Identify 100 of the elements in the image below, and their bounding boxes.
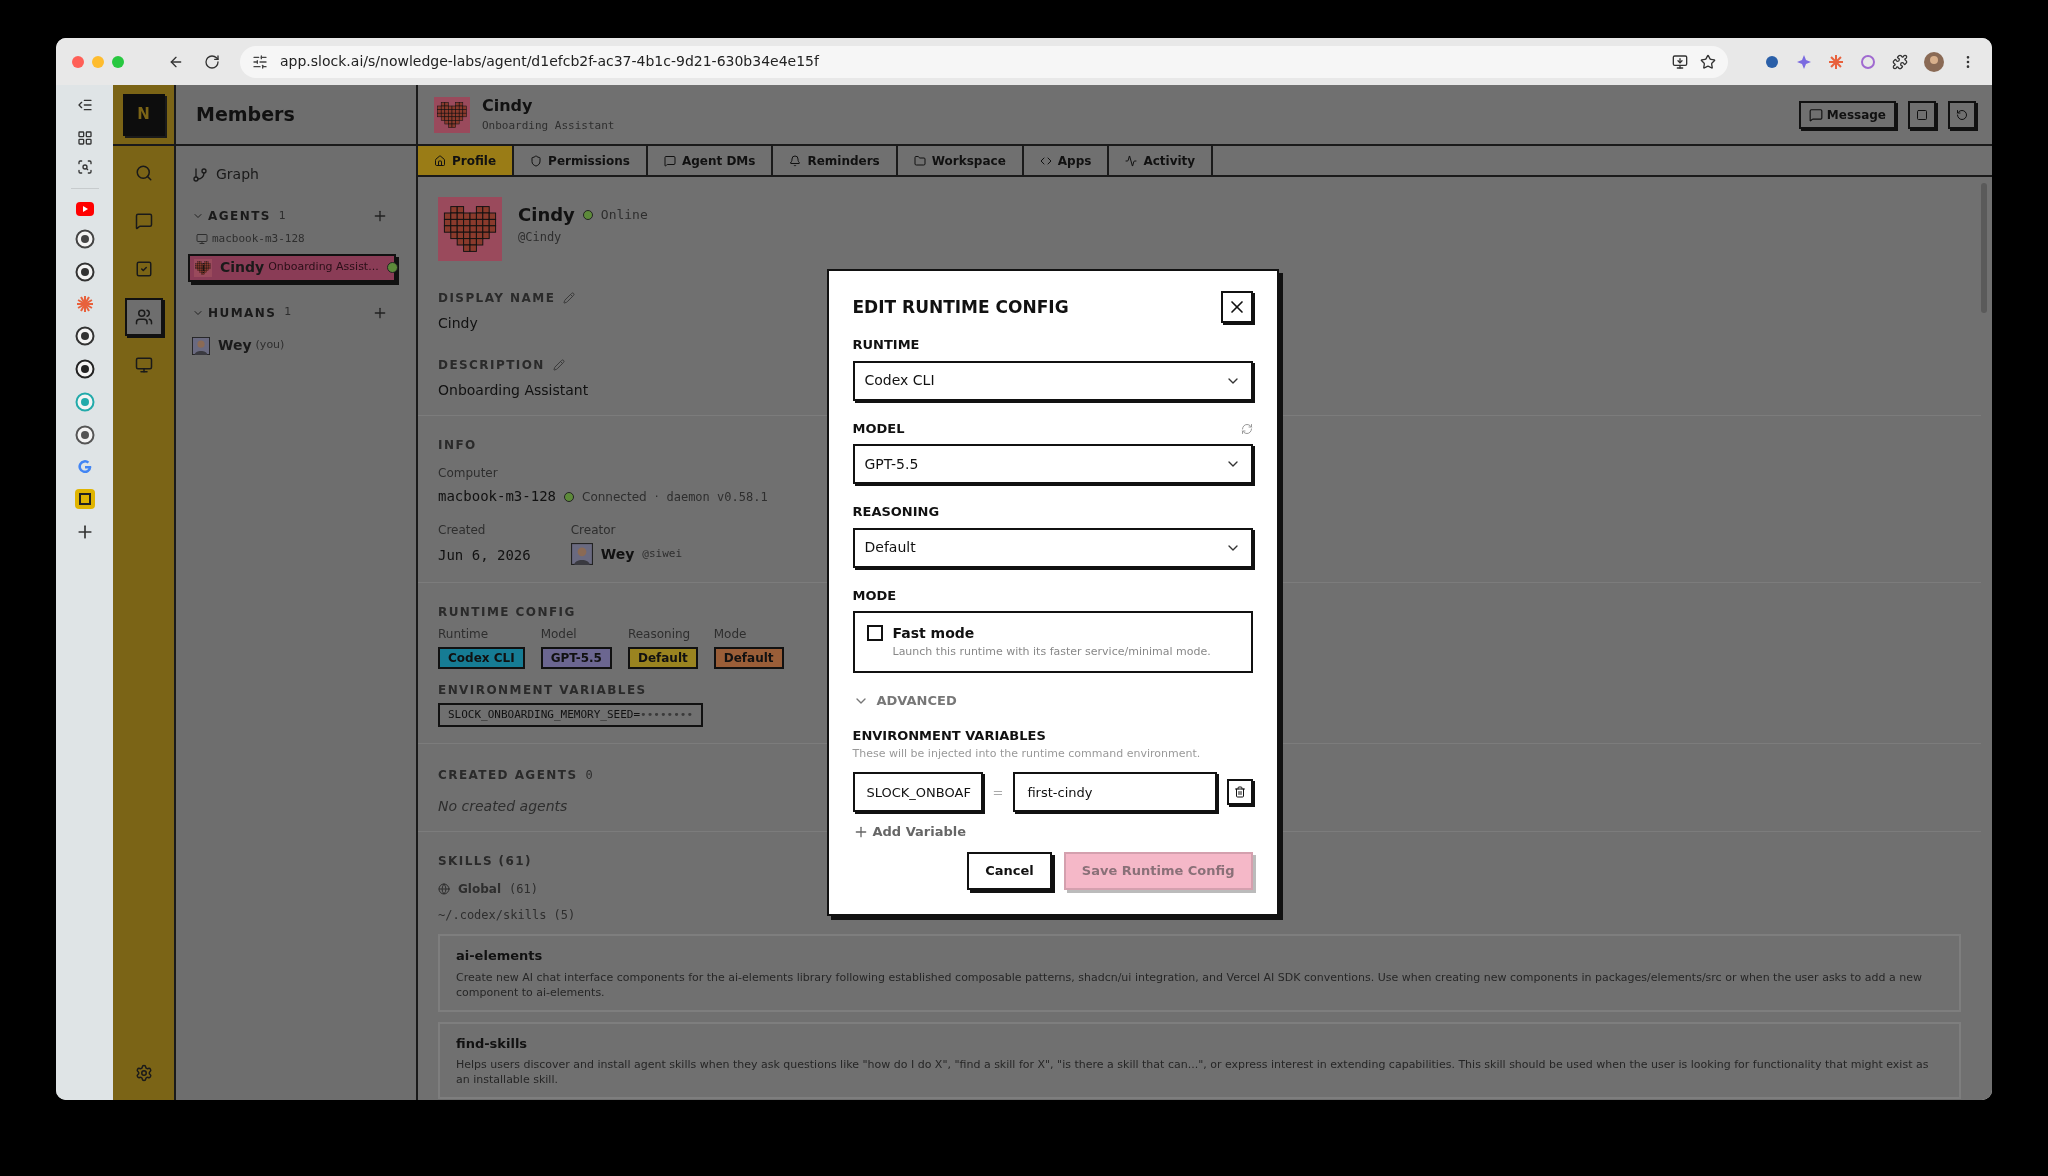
add-icon[interactable] <box>372 208 388 224</box>
reset-button[interactable] <box>1948 100 1976 129</box>
edit-icon[interactable] <box>563 292 576 304</box>
section-title: HUMANS <box>208 304 277 322</box>
daemon-version: daemon v0.58.1 <box>666 488 768 506</box>
circle-app-icon[interactable] <box>74 326 95 346</box>
circle-app-icon[interactable] <box>74 262 95 282</box>
message-button[interactable]: Message <box>1798 100 1896 129</box>
section-title: AGENTS <box>208 208 271 225</box>
extension-icon[interactable] <box>1860 53 1876 70</box>
address-bar[interactable]: app.slock.ai/s/nowledge-labs/agent/d1efcb2f-ac37-4b1c-9d21-630b34e4e15f <box>240 45 1728 78</box>
field-label: Computer <box>438 465 498 482</box>
chat-icon <box>663 154 676 167</box>
tab[interactable]: Workspace <box>897 146 1024 175</box>
variable-value-field[interactable]: first-cindy <box>1013 772 1217 813</box>
member-item[interactable]: Cindy Onboarding Assist... <box>188 253 396 282</box>
bookmark-star-icon[interactable] <box>1700 53 1716 70</box>
skills-group-count: (61) <box>509 881 538 898</box>
member-subtitle: Onboarding Assist... <box>268 259 379 276</box>
skills-path: ~/.codex/skills (5) <box>438 907 576 924</box>
tab[interactable]: Agent DMs <box>647 146 774 175</box>
skill-description: Helps users discover and install agent skills when they ask questions like "how do I do X", "find a skill for X", "is there a skill that can...", or express interest in extending capabilities. This skill should be used when the user is looking for functionality that might exist as an installable skill. <box>456 1057 1930 1087</box>
member-subtitle: (you) <box>255 337 285 354</box>
install-icon[interactable] <box>1672 53 1688 70</box>
people-icon <box>134 308 153 326</box>
chat-icon <box>134 212 153 230</box>
agent-avatar <box>194 258 212 277</box>
close-button[interactable] <box>1220 291 1253 324</box>
config-chip: Codex CLI <box>438 647 525 669</box>
tab[interactable]: Apps <box>1023 146 1110 175</box>
creator-name: Wey <box>600 544 635 564</box>
section-count: 1 <box>278 207 286 224</box>
extension-icon[interactable] <box>1796 53 1812 70</box>
folder-icon <box>913 154 926 167</box>
field-label: Created <box>438 522 487 539</box>
creator-handle: @siwei <box>642 545 683 562</box>
agent-name: Cindy <box>482 95 534 118</box>
reload-icon[interactable] <box>204 53 220 70</box>
skill-name: ai-elements <box>456 947 544 965</box>
branch-icon <box>192 166 208 183</box>
field-label: REASONING <box>852 503 940 522</box>
tab[interactable]: Activity <box>1109 146 1214 175</box>
edit-icon[interactable] <box>552 359 565 371</box>
agent-avatar <box>438 197 502 261</box>
close-window-button[interactable] <box>72 55 84 68</box>
trash-icon <box>1233 786 1246 799</box>
circle-app-icon[interactable] <box>74 359 95 379</box>
add-variable-button[interactable]: Add Variable <box>852 822 967 842</box>
site-settings-icon[interactable] <box>252 53 268 70</box>
extensions-icon[interactable] <box>1892 53 1908 70</box>
status-text: Online <box>600 205 648 224</box>
skill-name: find-skills <box>456 1034 529 1053</box>
search-icon[interactable] <box>76 159 93 175</box>
agent-avatar <box>434 96 470 133</box>
asterisk-app-icon[interactable] <box>75 295 94 313</box>
extension-icon[interactable] <box>1828 53 1844 70</box>
cancel-button[interactable]: Cancel <box>967 851 1052 890</box>
section-count: 1 <box>284 304 292 321</box>
extension-icon[interactable] <box>1764 53 1780 70</box>
grid-icon[interactable] <box>76 130 93 146</box>
tab[interactable]: Profile <box>418 146 515 175</box>
graph-link[interactable]: Graph <box>192 164 400 185</box>
computer-group-label: macbook-m3-128 <box>212 231 305 247</box>
fast-mode-checkbox[interactable] <box>866 625 883 642</box>
profile-avatar-icon[interactable] <box>1924 51 1944 72</box>
member-item[interactable]: Wey (you) <box>188 331 400 360</box>
field-label: MODEL <box>852 419 905 438</box>
chat-icon <box>1808 107 1823 122</box>
tab[interactable]: Reminders <box>773 146 898 175</box>
letter-g-app-icon[interactable] <box>75 458 94 476</box>
collapse-panel-icon[interactable] <box>76 97 93 113</box>
select-field[interactable]: GPT-5.5 <box>852 444 1253 485</box>
section-count: 0 <box>585 767 593 784</box>
circle-app-icon[interactable] <box>74 425 95 445</box>
undo-icon <box>1956 108 1968 121</box>
settings-icon[interactable] <box>134 1064 153 1082</box>
refresh-icon[interactable] <box>1240 422 1253 435</box>
panel-toggle-button[interactable] <box>1908 100 1936 129</box>
video-app-icon[interactable] <box>75 202 94 216</box>
field-label: ENVIRONMENT VARIABLES <box>852 727 1047 746</box>
monitor-icon <box>134 356 153 374</box>
square-icon <box>1916 108 1928 121</box>
delete-button[interactable] <box>1226 779 1253 806</box>
workspace-logo[interactable]: N <box>122 93 165 136</box>
circle-app-icon[interactable] <box>74 229 95 249</box>
config-chip: Default <box>713 647 784 669</box>
advanced-toggle[interactable]: ADVANCED <box>852 690 957 711</box>
variable-name-field[interactable]: SLOCK_ONBOAF <box>852 772 983 813</box>
people-nav-button[interactable] <box>124 298 163 336</box>
select-field[interactable]: Codex CLI <box>852 360 1253 401</box>
field-label: RUNTIME <box>852 336 920 355</box>
skill-description: Create new AI chat interface components for the ai-elements library following established composable patterns, shadcn/ui integration, and Vercel AI SDK conventions. Use when creating new components in packages/elements/src or when the user asks to add a new component to ai-elements. <box>456 969 1923 1000</box>
select-field[interactable]: Default <box>852 527 1253 568</box>
connection-status: Connected <box>582 488 647 506</box>
tab[interactable]: Permissions <box>514 146 648 175</box>
field-hint: These will be injected into the runtime command environment. <box>852 745 1202 762</box>
field-label: Mode <box>713 626 748 643</box>
url-text: app.slock.ai/s/nowledge-labs/agent/d1efcb2f-ac37-4b1c-9d21-630b34e4e15f <box>280 52 821 71</box>
member-name: Cindy <box>220 258 265 277</box>
separator-dot: · <box>654 488 659 506</box>
